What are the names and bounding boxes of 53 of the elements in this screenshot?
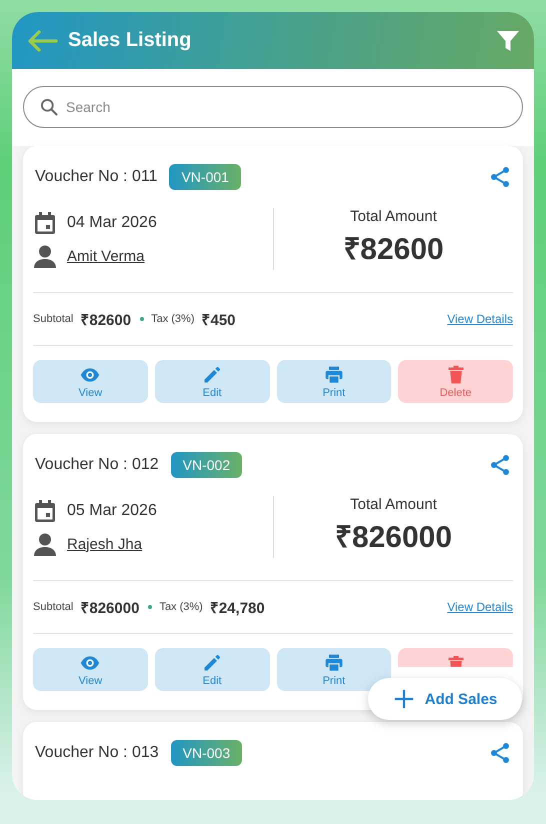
delete-button[interactable] (398, 648, 513, 667)
view-details-link[interactable]: View Details (447, 600, 513, 614)
delete-button[interactable]: Delete (398, 360, 513, 403)
subtotal-amount: ₹82600 (80, 311, 132, 329)
person-icon (33, 244, 57, 268)
view-button[interactable]: View (33, 360, 148, 403)
share-icon[interactable] (488, 741, 512, 765)
calendar-icon (33, 498, 57, 524)
add-sales-button[interactable]: Add Sales (368, 678, 522, 720)
voucher-date: 04 Mar 2026 (67, 214, 157, 232)
voucher-number: Voucher No : 013 (35, 744, 159, 762)
total-amount: ₹826000 (334, 520, 452, 556)
voucher-code-tag: VN-001 (169, 164, 241, 190)
printer-icon (324, 652, 344, 672)
filter-icon[interactable] (496, 28, 520, 52)
separator-dot (148, 605, 152, 609)
search-field[interactable]: Search (23, 86, 523, 128)
view-details-link[interactable]: View Details (447, 312, 513, 326)
customer-link[interactable]: Rajesh Jha (67, 536, 142, 552)
edit-button[interactable]: Edit (154, 648, 270, 691)
plus-icon (392, 688, 415, 710)
subtotal-label: Subtotal (33, 601, 74, 613)
print-button[interactable]: Print (276, 648, 392, 691)
pencil-icon (202, 364, 222, 384)
total-amount: ₹82600 (343, 232, 444, 268)
tax-amount: ₹450 (202, 311, 236, 329)
pencil-icon (202, 652, 222, 672)
edit-button[interactable]: Edit (154, 360, 270, 403)
person-icon (33, 532, 57, 556)
voucher-number: Voucher No : 011 (35, 168, 158, 186)
total-amount-label: Total Amount (350, 496, 437, 513)
total-amount-label: Total Amount (350, 208, 437, 225)
tax-label: Tax (3%) (159, 601, 203, 613)
voucher-code-tag: VN-002 (170, 452, 242, 478)
trash-icon (446, 655, 466, 667)
print-button[interactable]: Print (276, 360, 392, 403)
search-icon (39, 97, 59, 117)
separator-dot (140, 317, 144, 321)
calendar-icon (33, 210, 57, 236)
printer-icon (324, 364, 344, 384)
page-title: Sales Listing (68, 29, 192, 52)
share-icon[interactable] (488, 453, 512, 477)
customer-link[interactable]: Amit Verma (67, 248, 145, 264)
view-button[interactable]: View (33, 648, 148, 691)
subtotal-label: Subtotal (33, 313, 74, 325)
share-icon[interactable] (488, 165, 512, 189)
voucher-number: Voucher No : 012 (35, 456, 159, 474)
voucher-code-tag: VN-003 (170, 740, 242, 766)
subtotal-amount: ₹826000 (80, 599, 140, 617)
tax-label: Tax (3%) (151, 313, 194, 325)
trash-icon (446, 364, 466, 384)
tax-amount: ₹24,780 (210, 599, 265, 617)
voucher-date: 05 Mar 2026 (67, 502, 157, 520)
